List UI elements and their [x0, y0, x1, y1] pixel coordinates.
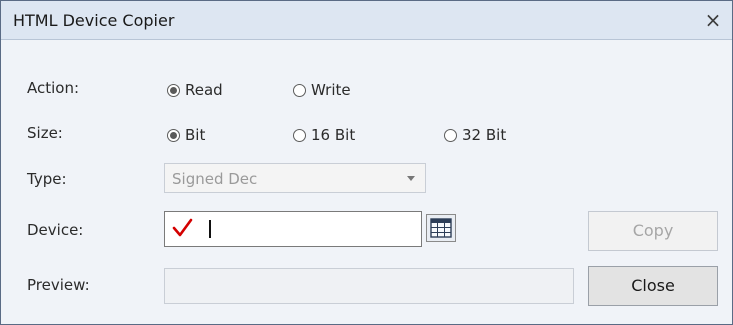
- title-bar: HTML Device Copier ×: [1, 1, 732, 40]
- close-icon[interactable]: ×: [701, 8, 725, 32]
- radio-circle: [293, 128, 306, 142]
- size-16bit-label: 16 Bit: [311, 126, 356, 144]
- copy-button[interactable]: Copy: [588, 211, 718, 251]
- radio-circle: [293, 83, 306, 97]
- action-label: Action:: [27, 79, 80, 97]
- action-read-label: Read: [185, 81, 223, 99]
- action-write-radio[interactable]: Write: [293, 80, 351, 100]
- size-label: Size:: [27, 124, 63, 142]
- dropdown-arrow-icon: [407, 176, 415, 181]
- type-dropdown[interactable]: Signed Dec: [164, 163, 426, 193]
- device-input[interactable]: [164, 211, 422, 247]
- type-label: Type:: [27, 170, 67, 188]
- radio-circle: [167, 83, 180, 97]
- dialog-window: HTML Device Copier × Action: Read Write …: [0, 0, 733, 325]
- size-32bit-label: 32 Bit: [462, 126, 507, 144]
- close-button[interactable]: Close: [588, 266, 718, 306]
- size-16bit-radio[interactable]: 16 Bit: [293, 125, 355, 145]
- action-write-label: Write: [311, 81, 351, 99]
- preview-label: Preview:: [27, 276, 90, 294]
- dialog-title: HTML Device Copier: [13, 11, 175, 30]
- preview-field: [164, 268, 574, 304]
- red-checkmark-icon: [172, 217, 194, 243]
- type-dropdown-value: Signed Dec: [172, 170, 258, 188]
- radio-circle: [167, 128, 180, 142]
- device-label: Device:: [27, 221, 84, 239]
- size-bit-label: Bit: [185, 126, 206, 144]
- text-caret: [209, 220, 211, 238]
- radio-selected-dot: [170, 131, 177, 139]
- radio-selected-dot: [170, 86, 177, 94]
- radio-circle: [444, 128, 457, 142]
- action-read-radio[interactable]: Read: [167, 80, 223, 100]
- size-bit-radio[interactable]: Bit: [167, 125, 205, 145]
- size-32bit-radio[interactable]: 32 Bit: [444, 125, 506, 145]
- device-table-button[interactable]: [426, 214, 456, 242]
